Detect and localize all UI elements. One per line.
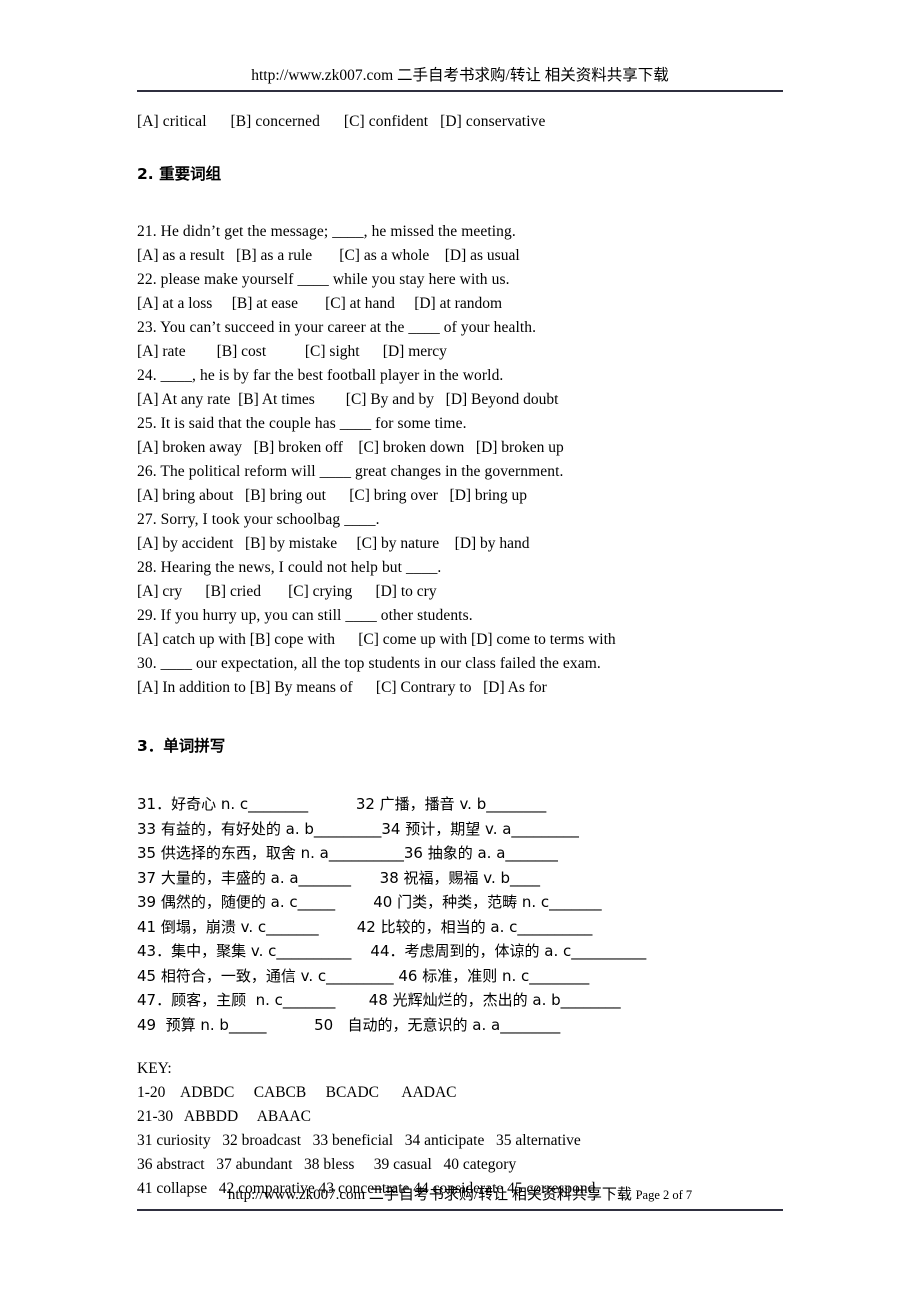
question-stem: 21. He didn’t get the message; ____, he … [137,223,516,240]
spelling-item-row: 31．好奇心 n. c________ 32 广播，播音 v. b_______… [137,795,547,813]
question-stem: 23. You can’t succeed in your career at … [137,319,537,336]
section-heading-spelling: 3．单词拼写 [137,737,226,755]
question-stem: 22. please make yourself ____ while you … [137,271,510,288]
section-heading-phrases: 2. 重要词组 [137,165,222,183]
question-stem: 24. ____, he is by far the best football… [137,367,504,384]
question-options: [A] by accident [B] by mistake [C] by na… [137,535,530,552]
spelling-item-row: 39 偶然的，随便的 a. c_____ 40 门类，种类，范畴 n. c___… [137,893,602,911]
question-options: [A] In addition to [B] By means of [C] C… [137,679,547,696]
question-stem: 26. The political reform will ____ great… [137,463,564,480]
page-header: http://www.zk007.com 二手自考书求购/转让 相关资料共享下载 [251,67,669,84]
question-options: [A] catch up with [B] cope with [C] come… [137,631,616,648]
question-options: [A] cry [B] cried [C] crying [D] to cry [137,583,437,600]
question-stem: 30. ____ our expectation, all the top st… [137,655,601,672]
spelling-item-row: 49 预算 n. b_____ 50 自动的，无意识的 a. a________ [137,1015,561,1034]
question-options: [A] as a result [B] as a rule [C] as a w… [137,247,520,264]
question-stem: 27. Sorry, I took your schoolbag ____. [137,511,380,528]
answer-key-row: 31 curiosity 32 broadcast 33 beneficial … [137,1132,581,1149]
question-options: [A] rate [B] cost [C] sight [D] mercy [137,343,447,360]
question-options: [A] At any rate [B] At times [C] By and … [137,391,559,408]
spelling-item-row: 45 相符合，一致，通信 v. c_________ 46 标准，准则 n. c… [137,966,590,985]
question-stem: 28. Hearing the news, I could not help b… [137,559,442,576]
answer-key-title: KEY: [137,1060,172,1077]
spelling-item-row: 47．顾客，主顾 n. c_______ 48 光辉灿烂的，杰出的 a. b__… [137,991,621,1009]
header-divider [137,90,783,92]
spelling-item-row: 33 有益的，有好处的 a. b_________34 预计，期望 v. a__… [137,819,579,838]
footer-divider [137,1209,783,1211]
question-options: [A] at a loss [B] at ease [C] at hand [D… [137,295,502,312]
spelling-item-row: 37 大量的，丰盛的 a. a_______ 38 祝福，赐福 v. b____ [137,868,541,887]
answer-key-row: 36 abstract 37 abundant 38 bless 39 casu… [137,1156,517,1173]
page-content: [A] critical [B] concerned [C] confident… [137,110,837,1201]
answer-key-row: 1-20 ADBDC CABCB BCADC AADAC [137,1084,457,1101]
carryover-options: [A] critical [B] concerned [C] confident… [137,113,546,130]
spelling-item-row: 43．集中，聚集 v. c__________ 44．考虑周到的，体谅的 a. … [137,942,647,960]
question-stem: 29. If you hurry up, you can still ____ … [137,607,473,624]
question-options: [A] broken away [B] broken off [C] broke… [137,439,564,456]
page-footer: http://www.zk007.com 二手自考书求购/转让 相关资料共享下载… [137,1186,783,1205]
spelling-item-row: 35 供选择的东西，取舍 n. a__________36 抽象的 a. a__… [137,844,558,862]
page-number: Page 2 of 7 [635,1188,693,1202]
footer-text: http://www.zk007.com 二手自考书求购/转让 相关资料共享下载 [227,1187,632,1203]
question-options: [A] bring about [B] bring out [C] bring … [137,487,528,504]
question-stem: 25. It is said that the couple has ____ … [137,415,467,432]
document-page: http://www.zk007.com 二手自考书求购/转让 相关资料共享下载… [0,0,920,1302]
answer-key-row: 21-30 ABBDD ABAAC [137,1108,311,1125]
spelling-item-row: 41 倒塌，崩溃 v. c_______ 42 比较的，相当的 a. c____… [137,917,593,936]
